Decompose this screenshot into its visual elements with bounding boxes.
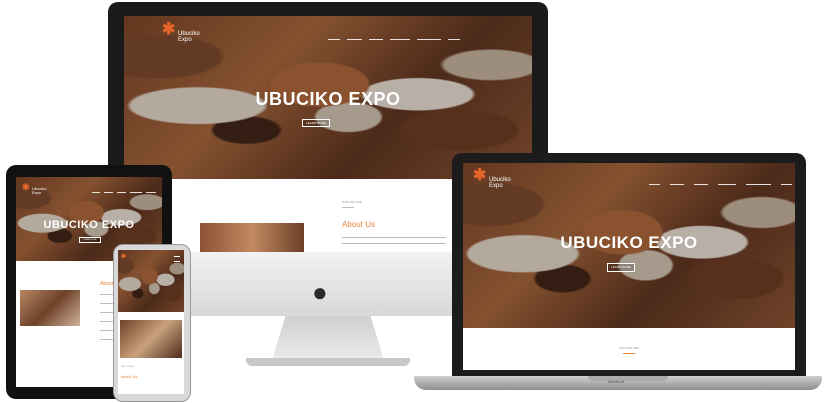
- laptop-screen: ✱ Ubuciko Expo UBUCIKO EXPO LEARN MORE W…: [463, 163, 795, 370]
- laptop-hero-title: UBUCIKO EXPO: [560, 233, 698, 252]
- laptop-nav-item[interactable]: [649, 184, 660, 185]
- hero-title: UBUCIKO EXPO: [255, 89, 401, 109]
- tablet-hero-button[interactable]: LEARN MORE: [79, 237, 101, 243]
- phone-about-kicker: WHO WE ARE: [121, 366, 135, 368]
- tablet-nav-item[interactable]: [146, 192, 156, 193]
- tablet-about-image: [20, 290, 80, 326]
- laptop-hero-banner: ✱ Ubuciko Expo UBUCIKO EXPO LEARN MORE: [463, 163, 795, 328]
- phone-about-heading: About Us: [121, 374, 138, 379]
- laptop-nav-item[interactable]: [694, 184, 708, 185]
- nav-item-4[interactable]: [390, 39, 410, 40]
- laptop-about-kicker: WHO WE ARE: [619, 346, 639, 350]
- laptop-about-stub: [623, 353, 635, 354]
- laptop-nav-item[interactable]: [718, 184, 736, 185]
- about-image: [200, 223, 304, 252]
- phone-logo-star-icon[interactable]: ✱: [121, 253, 126, 260]
- hero-button[interactable]: LEARN MORE: [302, 119, 330, 127]
- about-text-line: [342, 243, 446, 244]
- tablet-nav: [92, 192, 156, 193]
- imac-base: [246, 358, 410, 366]
- laptop-hero-button[interactable]: LEARN MORE: [607, 263, 635, 272]
- phone-menu-icon[interactable]: [174, 256, 180, 262]
- tablet-hero-title: UBUCIKO EXPO: [43, 219, 135, 231]
- laptop-brand-sub: Expo: [489, 183, 503, 189]
- about-text-stub: [342, 207, 354, 208]
- brand-sub: Expo: [178, 37, 192, 43]
- nav-item-5[interactable]: [417, 39, 441, 40]
- phone-hero-banner: ✱: [118, 250, 184, 312]
- tablet-nav-item[interactable]: [117, 192, 126, 193]
- phone-about-image: [120, 320, 182, 358]
- phone-screen: ✱ WHO WE ARE About Us: [118, 250, 184, 394]
- laptop-notch: [588, 376, 668, 381]
- laptop-nav-item[interactable]: [746, 184, 771, 185]
- nav-item-2[interactable]: [347, 39, 362, 40]
- laptop-nav: [649, 184, 792, 185]
- logo-star-icon: ✱: [162, 21, 176, 38]
- tablet-brand-sub: Expo: [32, 190, 42, 195]
- about-kicker: WHO WE ARE: [342, 200, 362, 204]
- tablet-nav-item[interactable]: [130, 192, 142, 193]
- laptop-label: MacBook: [608, 379, 625, 384]
- nav-item-3[interactable]: [369, 39, 383, 40]
- nav-item-1[interactable]: [328, 39, 340, 40]
- main-nav: [328, 39, 460, 40]
- laptop-nav-item[interactable]: [670, 184, 684, 185]
- about-heading: About Us: [342, 220, 375, 229]
- laptop-logo-star-icon: ✱: [473, 167, 487, 184]
- about-text-line: [342, 237, 446, 238]
- tablet-nav-item[interactable]: [104, 192, 113, 193]
- apple-logo-icon: ●: [312, 277, 328, 307]
- nav-item-6[interactable]: [448, 39, 460, 40]
- imac-stand: [272, 316, 384, 360]
- laptop-nav-item[interactable]: [781, 184, 792, 185]
- tablet-logo-star-icon: ✱: [22, 182, 30, 192]
- tablet-nav-item[interactable]: [92, 192, 100, 193]
